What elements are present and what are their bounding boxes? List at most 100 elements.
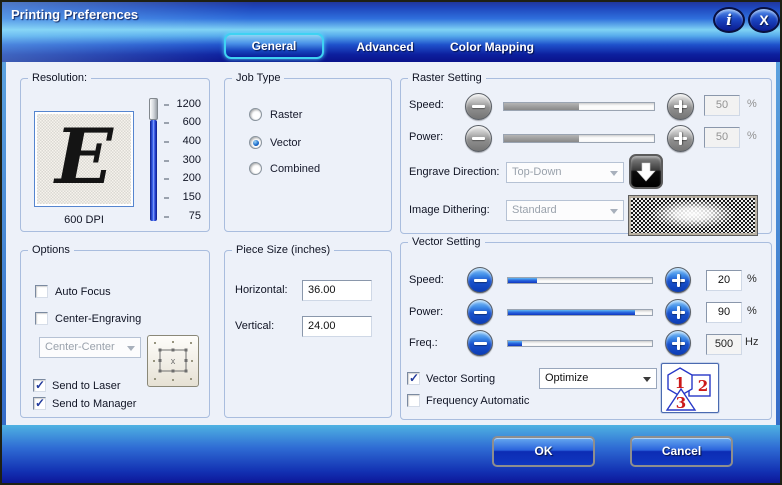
epilog-logo: E — [34, 111, 134, 207]
vector-speed-minus-button[interactable] — [467, 267, 493, 293]
tab-label: Color Mapping — [450, 40, 534, 54]
vector-power-slider[interactable] — [507, 309, 653, 316]
engraving-position-button[interactable]: x — [147, 335, 199, 387]
vector-power-value[interactable]: 90 — [706, 302, 742, 323]
close-button[interactable]: X — [748, 7, 780, 33]
raster-speed-label: Speed: — [409, 99, 444, 111]
raster-speed-minus-button — [465, 93, 492, 120]
group-job-type: Job Type Raster Vector Combined — [224, 72, 392, 232]
titlebar: Printing Preferences i X General Advance… — [0, 0, 782, 62]
radio-label: Vector — [270, 136, 302, 149]
auto-focus-label: Auto Focus — [55, 286, 111, 298]
vector-speed-label: Speed: — [409, 274, 444, 286]
checkbox-send-to-laser[interactable] — [33, 378, 46, 392]
group-piece-size: Piece Size (inches) Horizontal: 36.00 Ve… — [224, 244, 392, 418]
dpi-label: 600 DPI — [64, 214, 104, 226]
logo-letter: E — [55, 111, 113, 201]
radio-raster[interactable]: Raster — [249, 108, 302, 121]
radio-button[interactable] — [249, 108, 262, 121]
vector-sort-order-button[interactable]: 1 2 3 — [661, 363, 719, 413]
sorting-mode-select[interactable]: Optimize — [539, 368, 657, 389]
selected-option: Top-Down — [512, 166, 562, 178]
tick-label: 400 — [182, 135, 201, 147]
radio-vector[interactable]: Vector — [249, 136, 301, 149]
vector-power-minus-button[interactable] — [467, 299, 493, 325]
vector-sorting-label: Vector Sorting — [426, 373, 496, 385]
vector-speed-plus-button[interactable] — [665, 267, 691, 293]
unit-label: % — [747, 273, 757, 285]
horizontal-label: Horizontal: — [235, 284, 288, 296]
selected-option: Center-Center — [45, 341, 115, 353]
checkbox-vector-sorting[interactable] — [407, 371, 420, 385]
tab-color-mapping[interactable]: Color Mapping — [436, 40, 548, 55]
dropdown-arrow-icon — [610, 209, 618, 218]
tick-label: 1200 — [176, 98, 201, 110]
tab-general[interactable]: General — [224, 33, 324, 59]
checkbox-send-to-manager[interactable] — [33, 396, 46, 410]
down-arrow-icon — [636, 162, 656, 181]
checkbox-auto-focus[interactable] — [35, 285, 48, 298]
selected-option: Optimize — [545, 372, 589, 384]
group-title: Piece Size (inches) — [232, 244, 335, 256]
group-vector-setting: Vector Setting Speed: 20 % Power: 90 % F… — [400, 236, 772, 420]
checkbox-center-engraving[interactable] — [35, 312, 48, 325]
tab-advanced[interactable]: Advanced — [343, 40, 427, 55]
tick-label: 200 — [182, 172, 201, 184]
unit-label: % — [747, 305, 757, 317]
group-title: Options — [28, 244, 74, 256]
radio-combined[interactable]: Combined — [249, 162, 320, 175]
vector-power-plus-button[interactable] — [665, 299, 691, 325]
radio-button[interactable] — [249, 136, 262, 149]
unit-label: % — [747, 98, 757, 110]
radio-label: Combined — [270, 162, 321, 175]
bottom-bar: OK Cancel — [0, 425, 782, 485]
vector-freq-value[interactable]: 500 — [706, 334, 742, 355]
slider-fill — [504, 135, 579, 142]
slider-fill — [504, 103, 579, 110]
content-panel: Resolution: E 600 DPI 1200 600 400 300 2… — [6, 62, 776, 425]
selected-option: Standard — [512, 204, 557, 216]
vector-freq-plus-button[interactable] — [665, 330, 691, 356]
checkbox-frequency-automatic[interactable] — [407, 394, 420, 407]
info-button[interactable]: i — [713, 7, 745, 33]
horizontal-input[interactable]: 36.00 — [302, 280, 372, 301]
vertical-input[interactable]: 24.00 — [302, 316, 372, 337]
raster-power-slider — [503, 134, 655, 143]
raster-power-value: 50 — [704, 127, 740, 148]
tab-label: General — [251, 39, 297, 53]
slider-fill — [508, 341, 523, 346]
raster-power-label: Power: — [409, 131, 444, 143]
tick-label: 300 — [182, 154, 201, 166]
raster-power-plus-button — [667, 125, 694, 152]
engrave-direction-select: Top-Down — [506, 162, 624, 183]
vector-speed-value[interactable]: 20 — [706, 270, 742, 291]
unit-label: Hz — [745, 336, 759, 348]
send-to-manager-label: Send to Manager — [52, 398, 137, 410]
raster-speed-slider — [503, 102, 655, 111]
cancel-button[interactable]: Cancel — [630, 436, 733, 467]
tick-label: 600 — [182, 116, 201, 128]
radio-label: Raster — [270, 108, 303, 121]
group-title: Raster Setting — [408, 72, 486, 84]
unit-label: % — [747, 130, 757, 142]
window-title: Printing Preferences — [11, 7, 139, 22]
engraving-position-select: Center-Center — [39, 337, 141, 358]
vector-power-label: Power: — [409, 306, 444, 318]
group-raster-setting: Raster Setting Speed: 50 % Power: 50 % E… — [400, 72, 772, 236]
vector-speed-slider[interactable] — [507, 277, 653, 284]
slider-fill — [508, 310, 635, 315]
svg-text:x: x — [171, 356, 176, 366]
info-icon: i — [726, 11, 732, 29]
tick-label: 75 — [188, 210, 201, 222]
vector-freq-slider[interactable] — [507, 340, 653, 347]
raster-speed-value: 50 — [704, 95, 740, 116]
ok-button[interactable]: OK — [492, 436, 595, 467]
printing-preferences-window: Printing Preferences i X General Advance… — [0, 0, 782, 485]
group-title: Job Type — [232, 72, 285, 84]
vector-freq-minus-button[interactable] — [467, 330, 493, 356]
svg-text:2: 2 — [698, 377, 708, 395]
raster-speed-plus-button — [667, 93, 694, 120]
group-resolution: Resolution: E 600 DPI 1200 600 400 300 2… — [20, 72, 210, 232]
engrave-direction-button[interactable] — [629, 154, 663, 189]
radio-button[interactable] — [249, 162, 262, 175]
